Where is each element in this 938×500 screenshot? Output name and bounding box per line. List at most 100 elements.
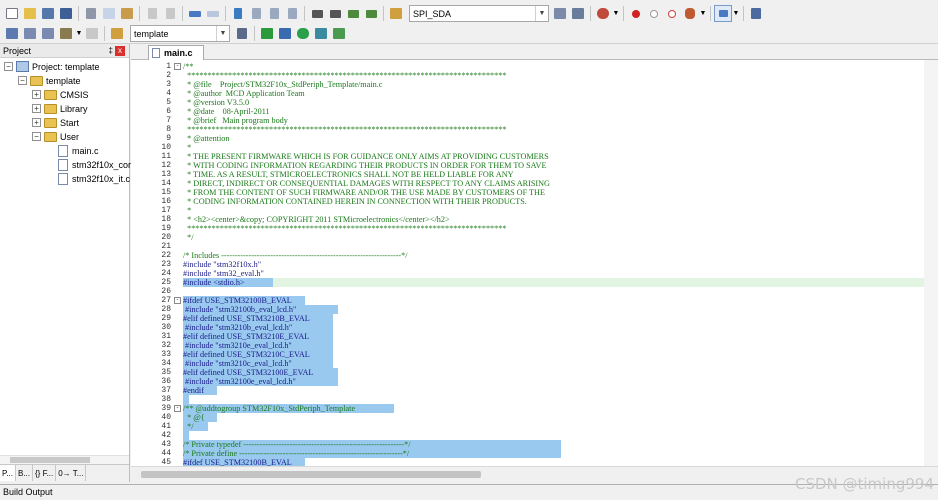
code-line[interactable]: * WITH CODING INFORMATION REGARDING THEI…: [183, 161, 546, 170]
target-combo[interactable]: template ▼: [130, 25, 230, 42]
indent-icon[interactable]: [308, 5, 326, 22]
code-line[interactable]: #include "stm32f10x.h": [183, 260, 261, 269]
paste-icon[interactable]: [118, 5, 136, 22]
find-in-files-icon[interactable]: [387, 5, 405, 22]
nav-back-icon[interactable]: [186, 5, 204, 22]
new-file-icon[interactable]: [3, 5, 21, 22]
find-combo[interactable]: SPI_SDA ▼: [409, 5, 549, 22]
code-line[interactable]: * @{: [183, 413, 217, 422]
tree-node-file[interactable]: stm32f10x_it.c: [58, 172, 130, 185]
code-line[interactable]: #ifdef USE_STM32100B_EVAL: [183, 296, 306, 305]
code-line[interactable]: * <h2><center>&copy; COPYRIGHT 2011 STMi…: [183, 215, 450, 224]
tree-horizontal-scrollbar[interactable]: [0, 455, 129, 464]
code-line[interactable]: *: [183, 143, 191, 152]
tree-node-group[interactable]: + CMSIS: [32, 88, 89, 101]
tab-main-c[interactable]: main.c: [148, 45, 204, 60]
tree-node-file[interactable]: main.c: [58, 144, 99, 157]
code-line[interactable]: * THE PRESENT FIRMWARE WHICH IS FOR GUID…: [183, 152, 549, 161]
code-line[interactable]: * FROM THE CONTENT OF SUCH FIRMWARE AND/…: [183, 188, 545, 197]
tree-node-group[interactable]: + Library: [32, 102, 88, 115]
tree-node-group[interactable]: + Start: [32, 116, 79, 129]
code-line[interactable]: * CODING INFORMATION CONTAINED HEREIN IN…: [183, 197, 527, 206]
clear-bookmarks-icon[interactable]: [283, 5, 301, 22]
code-line[interactable]: ****************************************…: [183, 125, 506, 134]
code-line[interactable]: * @brief Main program body: [183, 116, 288, 125]
window-layout-icon[interactable]: [714, 5, 732, 22]
close-icon[interactable]: x: [115, 46, 125, 56]
tab-templates[interactable]: 0→ T...: [56, 465, 87, 481]
tab-functions[interactable]: {} F...: [33, 465, 57, 481]
tree-node-group[interactable]: − User: [32, 130, 79, 143]
code-line[interactable]: */: [183, 422, 208, 431]
collapse-icon[interactable]: −: [32, 132, 41, 141]
scrollbar-thumb[interactable]: [927, 60, 935, 466]
code-line[interactable]: [183, 395, 189, 404]
code-line[interactable]: #include "stm32100b_eval_lcd.h": [183, 305, 338, 314]
pack-installer-icon[interactable]: [294, 25, 312, 42]
chevron-down-icon[interactable]: ▼: [535, 6, 548, 21]
save-all-icon[interactable]: [57, 5, 75, 22]
fold-toggle-icon[interactable]: -: [174, 297, 181, 304]
scrollbar-thumb[interactable]: [10, 457, 90, 463]
code-line[interactable]: #include "stm3210e_eval_lcd.h": [183, 341, 334, 350]
code-line[interactable]: * @author MCD Application Team: [183, 89, 305, 98]
code-line[interactable]: #elif defined USE_STM3210B_EVAL: [183, 314, 334, 323]
manage-pack-icon[interactable]: [330, 25, 348, 42]
select-packs-icon[interactable]: [276, 25, 294, 42]
tree-node-file[interactable]: stm32f10x_cor: [58, 158, 131, 171]
kill-all-breakpoints-icon[interactable]: [681, 5, 699, 22]
code-line[interactable]: * @version V3.5.0: [183, 98, 249, 107]
download-icon[interactable]: [83, 25, 101, 42]
prev-bookmark-icon[interactable]: [247, 5, 265, 22]
code-line[interactable]: #include "stm3210b_eval_lcd.h": [183, 323, 334, 332]
chevron-down-icon[interactable]: ▼: [216, 26, 229, 41]
tab-books[interactable]: B...: [16, 465, 33, 481]
code-line[interactable]: /* Includes ----------------------------…: [183, 251, 408, 260]
comment-icon[interactable]: [344, 5, 362, 22]
code-line[interactable]: /* Private define ----------------------…: [183, 449, 561, 458]
code-line[interactable]: #elif defined USE_STM32100E_EVAL: [183, 368, 338, 377]
tab-project[interactable]: P...: [0, 465, 16, 481]
chevron-down-icon[interactable]: ▼: [75, 25, 83, 42]
code-line[interactable]: ****************************************…: [183, 224, 506, 233]
code-line[interactable]: * TIME. AS A RESULT, STMICROELECTRONICS …: [183, 170, 513, 179]
manage-components-icon[interactable]: [258, 25, 276, 42]
undo-icon[interactable]: [143, 5, 161, 22]
collapse-icon[interactable]: −: [4, 62, 13, 71]
load-icon[interactable]: [108, 25, 126, 42]
target-options-icon[interactable]: [233, 25, 251, 42]
expand-icon[interactable]: +: [32, 118, 41, 127]
breakpoint-disabled-icon[interactable]: [645, 5, 663, 22]
scrollbar-thumb[interactable]: [141, 471, 481, 478]
code-line[interactable]: #elif defined USE_STM3210C_EVAL: [183, 350, 334, 359]
run-time-env-icon[interactable]: [312, 25, 330, 42]
tree-node-project[interactable]: − Project: template: [4, 60, 100, 73]
unindent-icon[interactable]: [326, 5, 344, 22]
code-line[interactable]: #elif defined USE_STM3210E_EVAL: [183, 332, 334, 341]
chevron-down-icon[interactable]: ▼: [612, 5, 620, 22]
code-line[interactable]: /**: [183, 62, 193, 71]
rebuild-icon[interactable]: [39, 25, 57, 42]
code-editor[interactable]: 1 2 3 4 5 6 7 8 9 10 11 12 13 14 15 16 17 18 19 20 21 22 23 24 2…: [131, 60, 938, 466]
cut-icon[interactable]: [82, 5, 100, 22]
code-area[interactable]: /** ************************************…: [183, 60, 938, 466]
code-line[interactable]: * DIRECT, INDIRECT OR CONSEQUENTIAL DAMA…: [183, 179, 550, 188]
code-line[interactable]: */: [183, 233, 193, 242]
code-line[interactable]: #endif: [183, 386, 217, 395]
nav-forward-icon[interactable]: [204, 5, 222, 22]
expand-icon[interactable]: +: [32, 90, 41, 99]
code-line[interactable]: [183, 431, 189, 440]
find-icon[interactable]: [551, 5, 569, 22]
copy-icon[interactable]: [100, 5, 118, 22]
code-line[interactable]: * @date 08-April-2011: [183, 107, 270, 116]
chevron-down-icon[interactable]: ▼: [732, 5, 740, 22]
build-icon[interactable]: [21, 25, 39, 42]
open-file-icon[interactable]: [21, 5, 39, 22]
configure-icon[interactable]: [747, 5, 765, 22]
save-icon[interactable]: [39, 5, 57, 22]
editor-vertical-scrollbar[interactable]: [924, 60, 938, 466]
expand-icon[interactable]: +: [32, 104, 41, 113]
collapse-icon[interactable]: −: [18, 76, 27, 85]
code-line[interactable]: *: [183, 206, 191, 215]
incremental-find-icon[interactable]: [569, 5, 587, 22]
